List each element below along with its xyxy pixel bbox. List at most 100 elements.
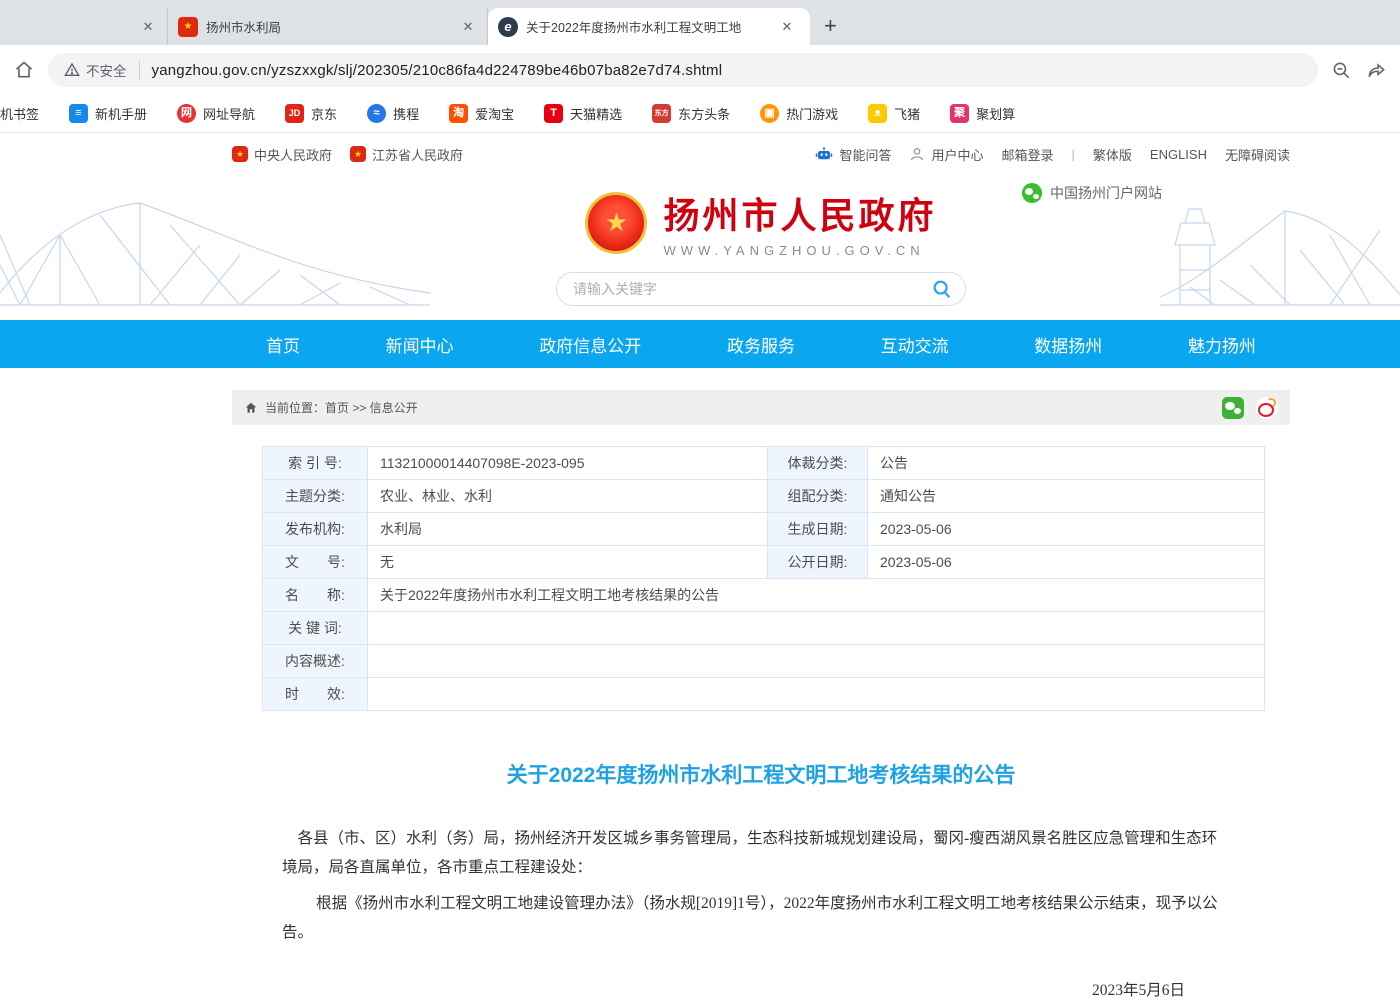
bookmark-ctrip[interactable]: ≈ 携程	[367, 104, 419, 123]
doc-number-value: 无	[368, 546, 768, 579]
doc-title-value: 关于2022年度扬州市水利工程文明工地考核结果的公告	[368, 579, 1265, 612]
divider: |	[1072, 147, 1075, 162]
table-row: 索 引 号: 11321000014407098E-2023-095 体裁分类:…	[263, 447, 1265, 480]
share-weibo-icon[interactable]	[1256, 397, 1278, 419]
tab-close-icon[interactable]: ✕	[459, 18, 477, 36]
table-row: 时 效:	[263, 678, 1265, 711]
breadcrumb-home-icon[interactable]	[244, 401, 258, 415]
address-bar: 不安全 yangzhou.gov.cn/yzszxxgk/slj/202305/…	[0, 45, 1400, 95]
url-omnibox[interactable]: 不安全 yangzhou.gov.cn/yzszxxgk/slj/202305/…	[48, 53, 1318, 87]
link-central-gov[interactable]: ★ 中央人民政府	[232, 145, 332, 164]
bookmark-juhuasuan[interactable]: 聚 聚划算	[950, 104, 1015, 123]
main-navigation: 首页 新闻中心 政府信息公开 政务服务 互动交流 数据扬州 魅力扬州	[0, 320, 1400, 368]
article-body: 关于2022年度扬州市水利工程文明工地考核结果的公告 各县（市、区）水利（务）局…	[232, 759, 1290, 997]
bookmark-manual[interactable]: ≡ 新机手册	[69, 104, 147, 123]
link-smart-qa[interactable]: 智能问答	[815, 145, 891, 164]
fliggy-pig-icon: ᴥ	[868, 104, 887, 123]
new-tab-button[interactable]: +	[824, 13, 837, 39]
nav-home[interactable]: 首页	[266, 332, 300, 357]
article-title: 关于2022年度扬州市水利工程文明工地考核结果的公告	[232, 759, 1290, 789]
nav-charm-yangzhou[interactable]: 魅力扬州	[1188, 332, 1256, 357]
tab-cutoff[interactable]: ✕	[0, 8, 168, 45]
site-nav-icon: 网	[177, 104, 196, 123]
link-traditional-chinese[interactable]: 繁体版	[1093, 145, 1132, 164]
bookmark-taobao[interactable]: 淘 爱淘宝	[449, 104, 514, 123]
wechat-icon	[1022, 183, 1042, 203]
bookmark-phone-bookmarks[interactable]: 机书签	[0, 104, 39, 123]
site-search-box	[556, 272, 966, 306]
juhuasuan-icon: 聚	[950, 104, 969, 123]
genre-value: 公告	[868, 447, 1265, 480]
validity-value	[368, 678, 1265, 711]
keywords-value	[368, 612, 1265, 645]
ctrip-icon: ≈	[367, 104, 386, 123]
bookmark-hot-games[interactable]: ▣ 热门游戏	[760, 104, 838, 123]
gov-top-strip: ★ 中央人民政府 ★ 江苏省人民政府 智能问答 用户中心 邮箱登录	[0, 133, 1400, 175]
link-mail-login[interactable]: 邮箱登录	[1001, 145, 1053, 164]
gov-emblem-icon: ★	[350, 146, 366, 162]
nav-gov-info-disclosure[interactable]: 政府信息公开	[539, 332, 641, 357]
document-meta-table: 索 引 号: 11321000014407098E-2023-095 体裁分类:…	[262, 446, 1265, 711]
security-label[interactable]: 不安全	[86, 60, 127, 80]
site-url-text: WWW.YANGZHOU.GOV.CN	[663, 243, 936, 258]
nav-interaction[interactable]: 互动交流	[881, 332, 949, 357]
games-icon: ▣	[760, 104, 779, 123]
summary-value	[368, 645, 1265, 678]
home-icon[interactable]	[14, 60, 34, 80]
nav-data-yangzhou[interactable]: 数据扬州	[1034, 332, 1102, 357]
zoom-out-icon[interactable]	[1332, 61, 1351, 80]
table-row: 发布机构: 水利局 生成日期: 2023-05-06	[263, 513, 1265, 546]
tab-close-icon[interactable]: ✕	[778, 18, 796, 36]
not-secure-warning-icon[interactable]	[64, 62, 80, 78]
url-text[interactable]: yangzhou.gov.cn/yzszxxgk/slj/202305/210c…	[152, 62, 723, 79]
table-row: 关 键 词:	[263, 612, 1265, 645]
issuer-value: 水利局	[368, 513, 768, 546]
bookmark-site-nav[interactable]: 网 网址导航	[177, 104, 255, 123]
nav-gov-services[interactable]: 政务服务	[727, 332, 795, 357]
breadcrumb: 当前位置：首页 >> 信息公开	[232, 390, 1290, 425]
robot-icon	[815, 145, 833, 163]
publish-date-value: 2023-05-06	[868, 546, 1265, 579]
bookmark-jd[interactable]: JD 京东	[285, 104, 337, 123]
browser-tab-strip: ✕ ★ 扬州市水利局 ✕ e 关于2022年度扬州市水利工程文明工地 ✕ +	[0, 0, 1400, 45]
table-row: 主题分类: 农业、林业、水利 组配分类: 通知公告	[263, 480, 1265, 513]
share-icon[interactable]	[1367, 61, 1386, 80]
taobao-icon: 淘	[449, 104, 468, 123]
link-user-center[interactable]: 用户中心	[909, 145, 983, 164]
eastday-icon: 东方	[652, 104, 671, 123]
omnibox-divider	[139, 61, 140, 79]
article-date: 2023年5月6日	[232, 978, 1290, 997]
share-wechat-icon[interactable]	[1222, 397, 1244, 419]
link-jiangsu-gov[interactable]: ★ 江苏省人民政府	[350, 145, 463, 164]
content-column: 当前位置：首页 >> 信息公开 索 引 号: 11321000014407098…	[232, 390, 1290, 997]
index-number-value: 11321000014407098E-2023-095	[368, 447, 768, 480]
tab-close-icon[interactable]: ✕	[139, 18, 157, 36]
site-name: 扬州市人民政府	[663, 187, 936, 239]
nav-news-center[interactable]: 新闻中心	[386, 332, 454, 357]
manual-icon: ≡	[69, 104, 88, 123]
tab-title: 关于2022年度扬州市水利工程文明工地	[526, 17, 770, 36]
search-icon[interactable]	[931, 278, 953, 300]
table-row: 文 号: 无 公开日期: 2023-05-06	[263, 546, 1265, 579]
bookmark-eastday[interactable]: 东方 东方头条	[652, 104, 730, 123]
search-input[interactable]	[573, 281, 931, 297]
tab-water-bureau[interactable]: ★ 扬州市水利局 ✕	[168, 8, 488, 45]
article-paragraph: 根据《扬州市水利工程文明工地建设管理办法》（扬水规[2019]1号），2022年…	[232, 890, 1290, 947]
gov-emblem-icon: ★	[232, 146, 248, 162]
browser-e-favicon: e	[498, 17, 518, 37]
bookmark-fliggy[interactable]: ᴥ 飞猪	[868, 104, 920, 123]
user-icon	[909, 146, 925, 162]
link-english[interactable]: ENGLISH	[1150, 147, 1207, 162]
breadcrumb-text[interactable]: 当前位置：首页 >> 信息公开	[265, 399, 418, 416]
article-paragraph: 各县（市、区）水利（务）局，扬州经济开发区城乡事务管理局，生态科技新城规划建设局…	[232, 825, 1290, 882]
bookmark-tmall[interactable]: T 天猫精选	[544, 104, 622, 123]
portal-link[interactable]: 中国扬州门户网站	[1022, 183, 1162, 203]
tab-title: 扬州市水利局	[206, 17, 451, 36]
site-header: ★ 扬州市人民政府 WWW.YANGZHOU.GOV.CN 中国扬州门户网站	[0, 175, 1400, 320]
national-emblem-icon: ★	[585, 192, 647, 254]
topic-value: 农业、林业、水利	[368, 480, 768, 513]
bookmarks-bar: 机书签 ≡ 新机手册 网 网址导航 JD 京东 ≈ 携程 淘 爱淘宝 T 天猫精…	[0, 95, 1400, 133]
link-accessibility[interactable]: 无障碍阅读	[1225, 145, 1290, 164]
jd-icon: JD	[285, 104, 304, 123]
tab-active-announcement[interactable]: e 关于2022年度扬州市水利工程文明工地 ✕	[488, 8, 810, 45]
